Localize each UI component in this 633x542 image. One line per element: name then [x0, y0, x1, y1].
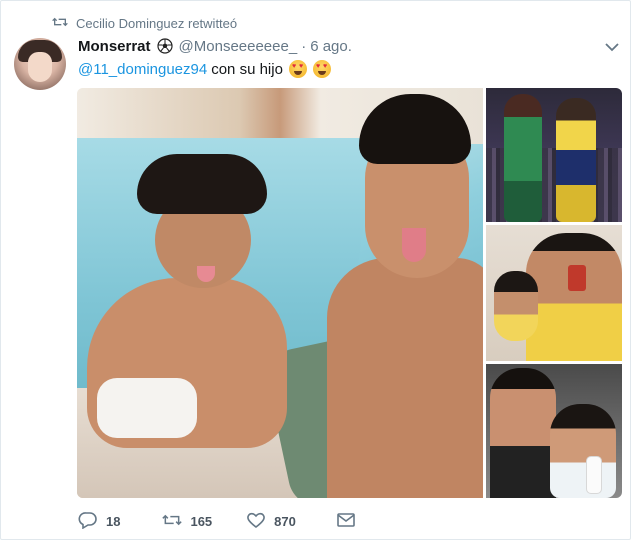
avatar[interactable]	[14, 38, 66, 90]
reply-button[interactable]: 18	[78, 511, 120, 532]
author-handle[interactable]: @Monseeeeeee_	[179, 38, 298, 55]
soccer-ball-icon	[156, 38, 173, 54]
action-bar: 18 165 870	[78, 510, 356, 532]
tweet-body: con su hijo	[211, 60, 283, 78]
header-separator: ·	[301, 37, 307, 55]
like-count: 870	[274, 513, 296, 529]
direct-message-button[interactable]	[336, 511, 356, 532]
main-photo[interactable]	[77, 88, 483, 498]
tweet-text: @11_dominguez94 con su hijo	[78, 58, 331, 80]
retweet-icon	[52, 15, 68, 32]
yellow-shirt-photo[interactable]	[486, 225, 622, 361]
retweet-button[interactable]: 165	[162, 511, 212, 532]
like-button[interactable]: 870	[246, 511, 296, 532]
heart-icon	[246, 511, 266, 532]
envelope-icon	[336, 511, 356, 532]
heart-eyes-emoji-icon	[288, 60, 307, 78]
tweet-timestamp[interactable]: 6 ago.	[310, 38, 352, 55]
retweet-count: 165	[190, 513, 213, 529]
tweet-header: Monserrat @Monseeeeeee_ · 6 ago.	[78, 36, 352, 56]
retweet-icon	[162, 511, 183, 532]
mention-link[interactable]: @11_dominguez94	[78, 61, 207, 78]
retweet-context-label: Cecilio Dominguez retwitteó	[76, 15, 238, 31]
players-photo[interactable]	[486, 88, 622, 222]
author-name[interactable]: Monserrat	[78, 38, 151, 55]
reply-icon	[78, 511, 98, 532]
chevron-down-icon[interactable]	[604, 40, 620, 52]
heart-eyes-emoji-icon	[312, 60, 331, 78]
reply-count: 18	[106, 513, 121, 529]
retweet-context[interactable]: Cecilio Dominguez retwitteó	[52, 14, 237, 32]
media-grid	[77, 88, 622, 498]
selfie-photo[interactable]	[486, 364, 622, 498]
